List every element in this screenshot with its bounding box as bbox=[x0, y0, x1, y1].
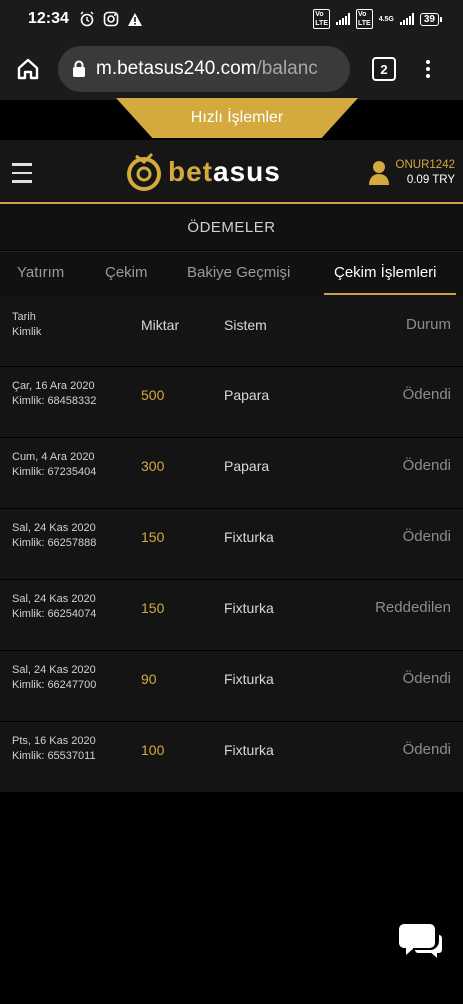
table-header: Tarih Kimlik Miktar Sistem Durum bbox=[0, 296, 463, 367]
lock-icon bbox=[73, 60, 85, 77]
site-logo[interactable]: betasus bbox=[126, 152, 281, 192]
row-id: Kimlik: 66257888 bbox=[12, 537, 97, 549]
table-row: Çar, 16 Ara 2020 Kimlik: 68458332 500 Pa… bbox=[0, 367, 463, 438]
browser-toolbar: m.betasus240.com/balanc 2 bbox=[0, 38, 463, 100]
withdrawals-table: Tarih Kimlik Miktar Sistem Durum Çar, 16… bbox=[0, 296, 463, 793]
username: ONUR1242 bbox=[395, 159, 455, 171]
status-time: 12:34 bbox=[28, 10, 69, 27]
row-status: Ödendi bbox=[402, 528, 451, 545]
url-path: /balanc bbox=[256, 58, 318, 79]
tab-deposit[interactable]: Yatırım bbox=[17, 264, 64, 281]
tab-withdraw[interactable]: Çekim bbox=[105, 264, 148, 281]
address-bar[interactable]: m.betasus240.com/balanc bbox=[58, 46, 350, 92]
row-date: Sal, 24 Kas 2020 bbox=[12, 593, 96, 605]
row-amount: 100 bbox=[141, 742, 165, 758]
table-row: Cum, 4 Ara 2020 Kimlik: 67235404 300 Pap… bbox=[0, 438, 463, 509]
row-id: Kimlik: 67235404 bbox=[12, 466, 97, 478]
header-id: Kimlik bbox=[12, 326, 42, 338]
header-status: Durum bbox=[405, 316, 451, 333]
logo-asus-text: asus bbox=[213, 156, 281, 187]
table-row: Sal, 24 Kas 2020 Kimlik: 66254074 150 Fi… bbox=[0, 580, 463, 651]
user-balance: 0.09 TRY bbox=[406, 174, 455, 186]
instagram-icon bbox=[103, 11, 119, 27]
site-header: betasus ONUR1242 0.09 TRY bbox=[0, 140, 463, 204]
url-text: m.betasus240.com/balanc bbox=[96, 58, 318, 80]
home-icon bbox=[17, 58, 39, 80]
row-amount: 150 bbox=[141, 529, 165, 545]
table-row: Sal, 24 Kas 2020 Kimlik: 66247700 90 Fix… bbox=[0, 651, 463, 722]
alarm-icon bbox=[80, 11, 94, 27]
header-date: Tarih bbox=[12, 311, 36, 323]
url-host: m.betasus240.com bbox=[96, 58, 257, 79]
quick-actions-button[interactable]: Hızlı İşlemler bbox=[116, 98, 358, 138]
row-date: Sal, 24 Kas 2020 bbox=[12, 664, 96, 676]
header-amount: Miktar bbox=[141, 317, 180, 333]
payments-tabs: Yatırım Çekim Bakiye Geçmişi Çekim İşlem… bbox=[0, 251, 463, 297]
row-amount: 90 bbox=[141, 671, 157, 687]
row-id: Kimlik: 68458332 bbox=[12, 395, 97, 407]
row-date: Pts, 16 Kas 2020 bbox=[12, 735, 96, 747]
row-system: Papara bbox=[224, 458, 270, 474]
row-status: Ödendi bbox=[402, 457, 451, 474]
row-system: Fixturka bbox=[224, 600, 274, 616]
volte-icon: Vo LTE bbox=[313, 9, 330, 29]
row-date: Cum, 4 Ara 2020 bbox=[12, 451, 95, 463]
row-system: Papara bbox=[224, 387, 270, 403]
row-system: Fixturka bbox=[224, 529, 274, 545]
signal-icon-2 bbox=[399, 13, 414, 25]
table-row: Pts, 16 Kas 2020 Kimlik: 65537011 100 Fi… bbox=[0, 722, 463, 793]
warning-icon bbox=[127, 12, 142, 26]
tab-balance-history[interactable]: Bakiye Geçmişi bbox=[187, 264, 290, 281]
row-date: Çar, 16 Ara 2020 bbox=[12, 380, 95, 392]
row-id: Kimlik: 66247700 bbox=[12, 679, 97, 691]
tab-withdraw-transactions[interactable]: Çekim İşlemleri bbox=[334, 264, 437, 281]
row-id: Kimlik: 65537011 bbox=[12, 750, 96, 762]
volte-icon-2: Vo LTE bbox=[355, 9, 373, 29]
status-bar: 12:34 Vo LTE Vo LTE 4.5G 39 bbox=[0, 0, 463, 38]
logo-mark-icon bbox=[127, 152, 161, 191]
table-row: Sal, 24 Kas 2020 Kimlik: 66257888 150 Fi… bbox=[0, 509, 463, 580]
user-icon bbox=[368, 161, 389, 185]
header-system: Sistem bbox=[224, 317, 267, 333]
home-button[interactable] bbox=[14, 55, 42, 83]
row-amount: 300 bbox=[141, 458, 165, 474]
page-title: ÖDEMELER bbox=[0, 204, 463, 250]
quick-actions-bar: Hızlı İşlemler bbox=[0, 98, 463, 140]
active-tab-indicator bbox=[324, 293, 456, 295]
row-status: Ödendi bbox=[402, 386, 451, 403]
row-amount: 500 bbox=[141, 387, 165, 403]
row-status: Ödendi bbox=[402, 741, 451, 758]
row-date: Sal, 24 Kas 2020 bbox=[12, 522, 96, 534]
hamburger-menu-icon[interactable] bbox=[12, 163, 32, 183]
logo-bet-text: bet bbox=[168, 156, 213, 187]
network-type: 4.5G bbox=[378, 15, 394, 23]
browser-menu-button[interactable] bbox=[426, 60, 430, 78]
row-status: Ödendi bbox=[402, 670, 451, 687]
row-id: Kimlik: 66254074 bbox=[12, 608, 97, 620]
row-status: Reddedilen bbox=[375, 599, 451, 616]
row-system: Fixturka bbox=[224, 671, 274, 687]
row-system: Fixturka bbox=[224, 742, 274, 758]
live-chat-icon[interactable] bbox=[398, 920, 444, 964]
tab-switcher-button[interactable]: 2 bbox=[372, 57, 396, 81]
signal-icon bbox=[335, 13, 350, 25]
row-amount: 150 bbox=[141, 600, 165, 616]
user-account[interactable]: ONUR1242 0.09 TRY bbox=[368, 158, 455, 188]
battery-icon: 39 bbox=[419, 12, 443, 26]
